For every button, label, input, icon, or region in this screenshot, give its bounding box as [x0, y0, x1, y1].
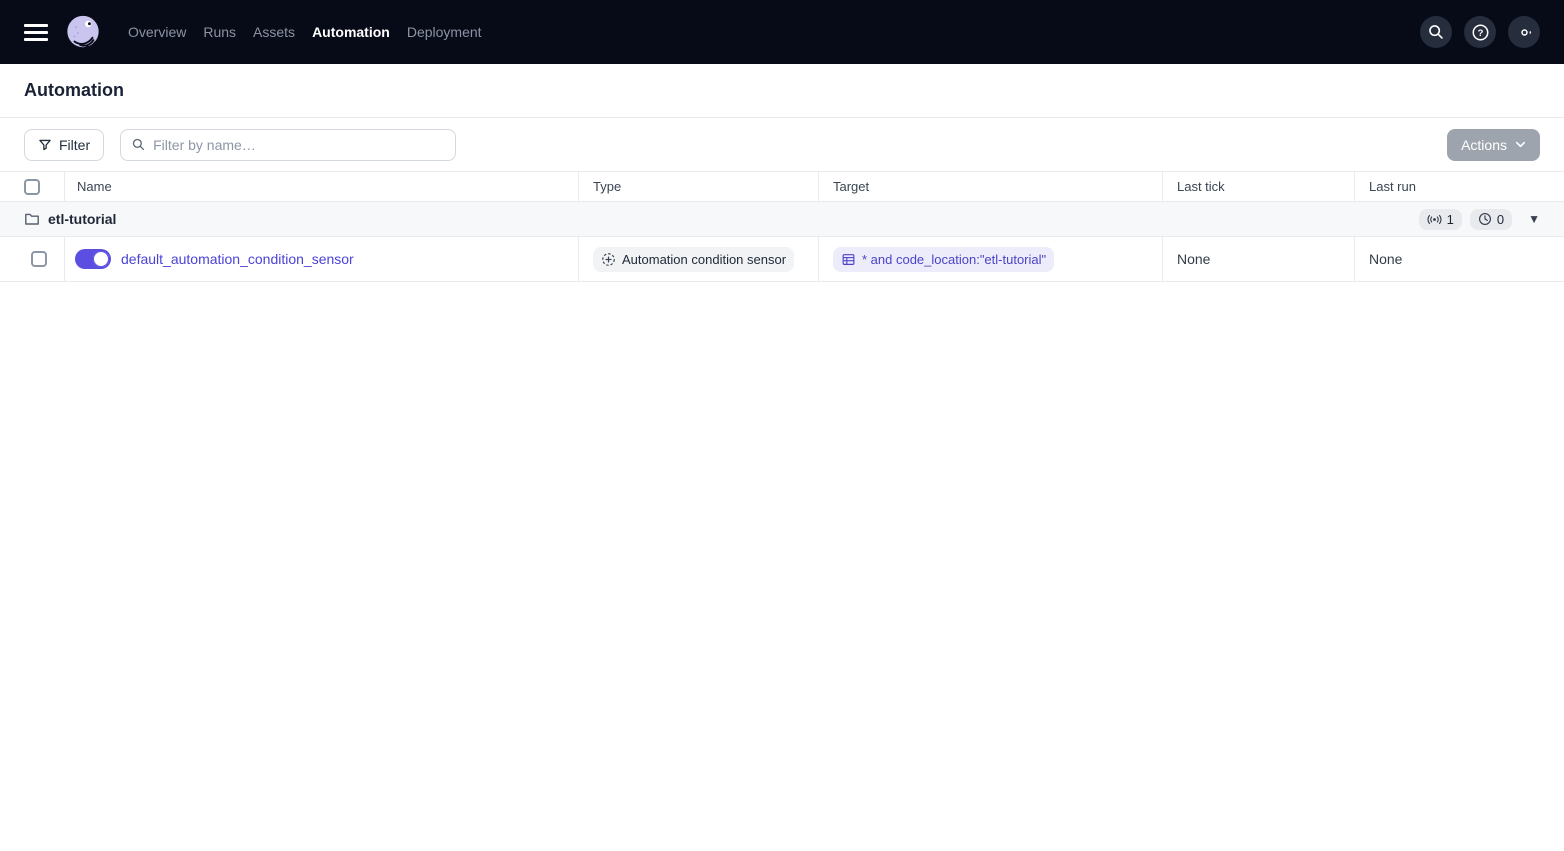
nav-item-overview[interactable]: Overview — [128, 20, 186, 44]
search-button[interactable] — [1420, 16, 1452, 48]
schedule-count: 0 — [1496, 211, 1505, 227]
name-filter-field — [120, 128, 457, 161]
sensor-enabled-toggle[interactable] — [75, 249, 111, 269]
folder-icon — [25, 213, 39, 225]
group-name: etl-tutorial — [48, 211, 117, 227]
asset-selection-icon — [842, 253, 855, 265]
top-nav: Overview Runs Assets Automation Deployme… — [0, 0, 1564, 64]
sensor-icon — [1427, 214, 1442, 224]
clock-icon — [1478, 213, 1491, 225]
search-icon — [1429, 25, 1443, 39]
schedule-count-badge: 0 — [1469, 208, 1513, 230]
collapse-caret-icon[interactable]: ▼ — [1528, 213, 1540, 225]
nav-links: Overview Runs Assets Automation Deployme… — [128, 20, 482, 44]
nav-item-automation[interactable]: Automation — [312, 20, 390, 44]
hamburger-menu-icon[interactable] — [24, 20, 48, 44]
automation-table: Name Type Target Last tick Last run etl-… — [0, 171, 1564, 282]
sensor-count: 1 — [1446, 211, 1454, 227]
nav-item-deployment[interactable]: Deployment — [407, 20, 482, 44]
filter-button-label: Filter — [59, 136, 91, 153]
help-icon: ? — [1472, 24, 1488, 40]
group-row-etl-tutorial[interactable]: etl-tutorial 1 0 ▼ — [0, 202, 1564, 237]
sensor-target-badge[interactable]: * and code_location:"etl-tutorial" — [833, 246, 1055, 272]
sensor-type-label: Automation condition sensor — [622, 251, 787, 267]
nav-right-icons: ? — [1420, 16, 1540, 48]
filter-button[interactable]: Filter — [24, 128, 105, 161]
sensor-count-badge: 1 — [1418, 208, 1462, 230]
table-header-row: Name Type Target Last tick Last run — [0, 171, 1564, 202]
automation-condition-icon — [602, 252, 615, 266]
last-tick-value: None — [1162, 237, 1354, 281]
chevron-down-icon — [1516, 141, 1525, 148]
nav-item-assets[interactable]: Assets — [253, 20, 295, 44]
actions-button-label: Actions — [1461, 136, 1507, 153]
funnel-icon — [39, 139, 51, 150]
gear-icon — [1520, 28, 1531, 36]
column-header-type: Type — [578, 172, 818, 201]
sensor-name-link[interactable]: default_automation_condition_sensor — [121, 251, 354, 267]
page-title: Automation — [24, 80, 124, 100]
column-header-target: Target — [818, 172, 1162, 201]
select-all-checkbox[interactable] — [24, 178, 40, 195]
table-row: default_automation_condition_sensor Auto… — [0, 237, 1564, 282]
svg-text:?: ? — [1477, 27, 1483, 38]
group-row-right: 1 0 ▼ — [1418, 208, 1540, 230]
page-header: Automation — [0, 64, 1564, 118]
dagster-logo[interactable] — [64, 13, 102, 51]
toolbar: Filter Actions — [0, 118, 1564, 171]
sensor-type-badge: Automation condition sensor — [593, 246, 795, 272]
nav-item-runs[interactable]: Runs — [203, 20, 236, 44]
sensor-target-label: * and code_location:"etl-tutorial" — [862, 251, 1047, 267]
last-run-value: None — [1354, 237, 1564, 281]
column-header-last-tick: Last tick — [1162, 172, 1354, 201]
column-header-last-run: Last run — [1354, 172, 1564, 201]
row-checkbox[interactable] — [31, 251, 47, 267]
name-filter-input[interactable] — [153, 136, 446, 153]
help-button[interactable]: ? — [1464, 16, 1496, 48]
settings-button[interactable] — [1508, 16, 1540, 48]
column-header-name: Name — [64, 172, 578, 201]
actions-button[interactable]: Actions — [1447, 128, 1540, 161]
search-icon — [132, 138, 145, 151]
